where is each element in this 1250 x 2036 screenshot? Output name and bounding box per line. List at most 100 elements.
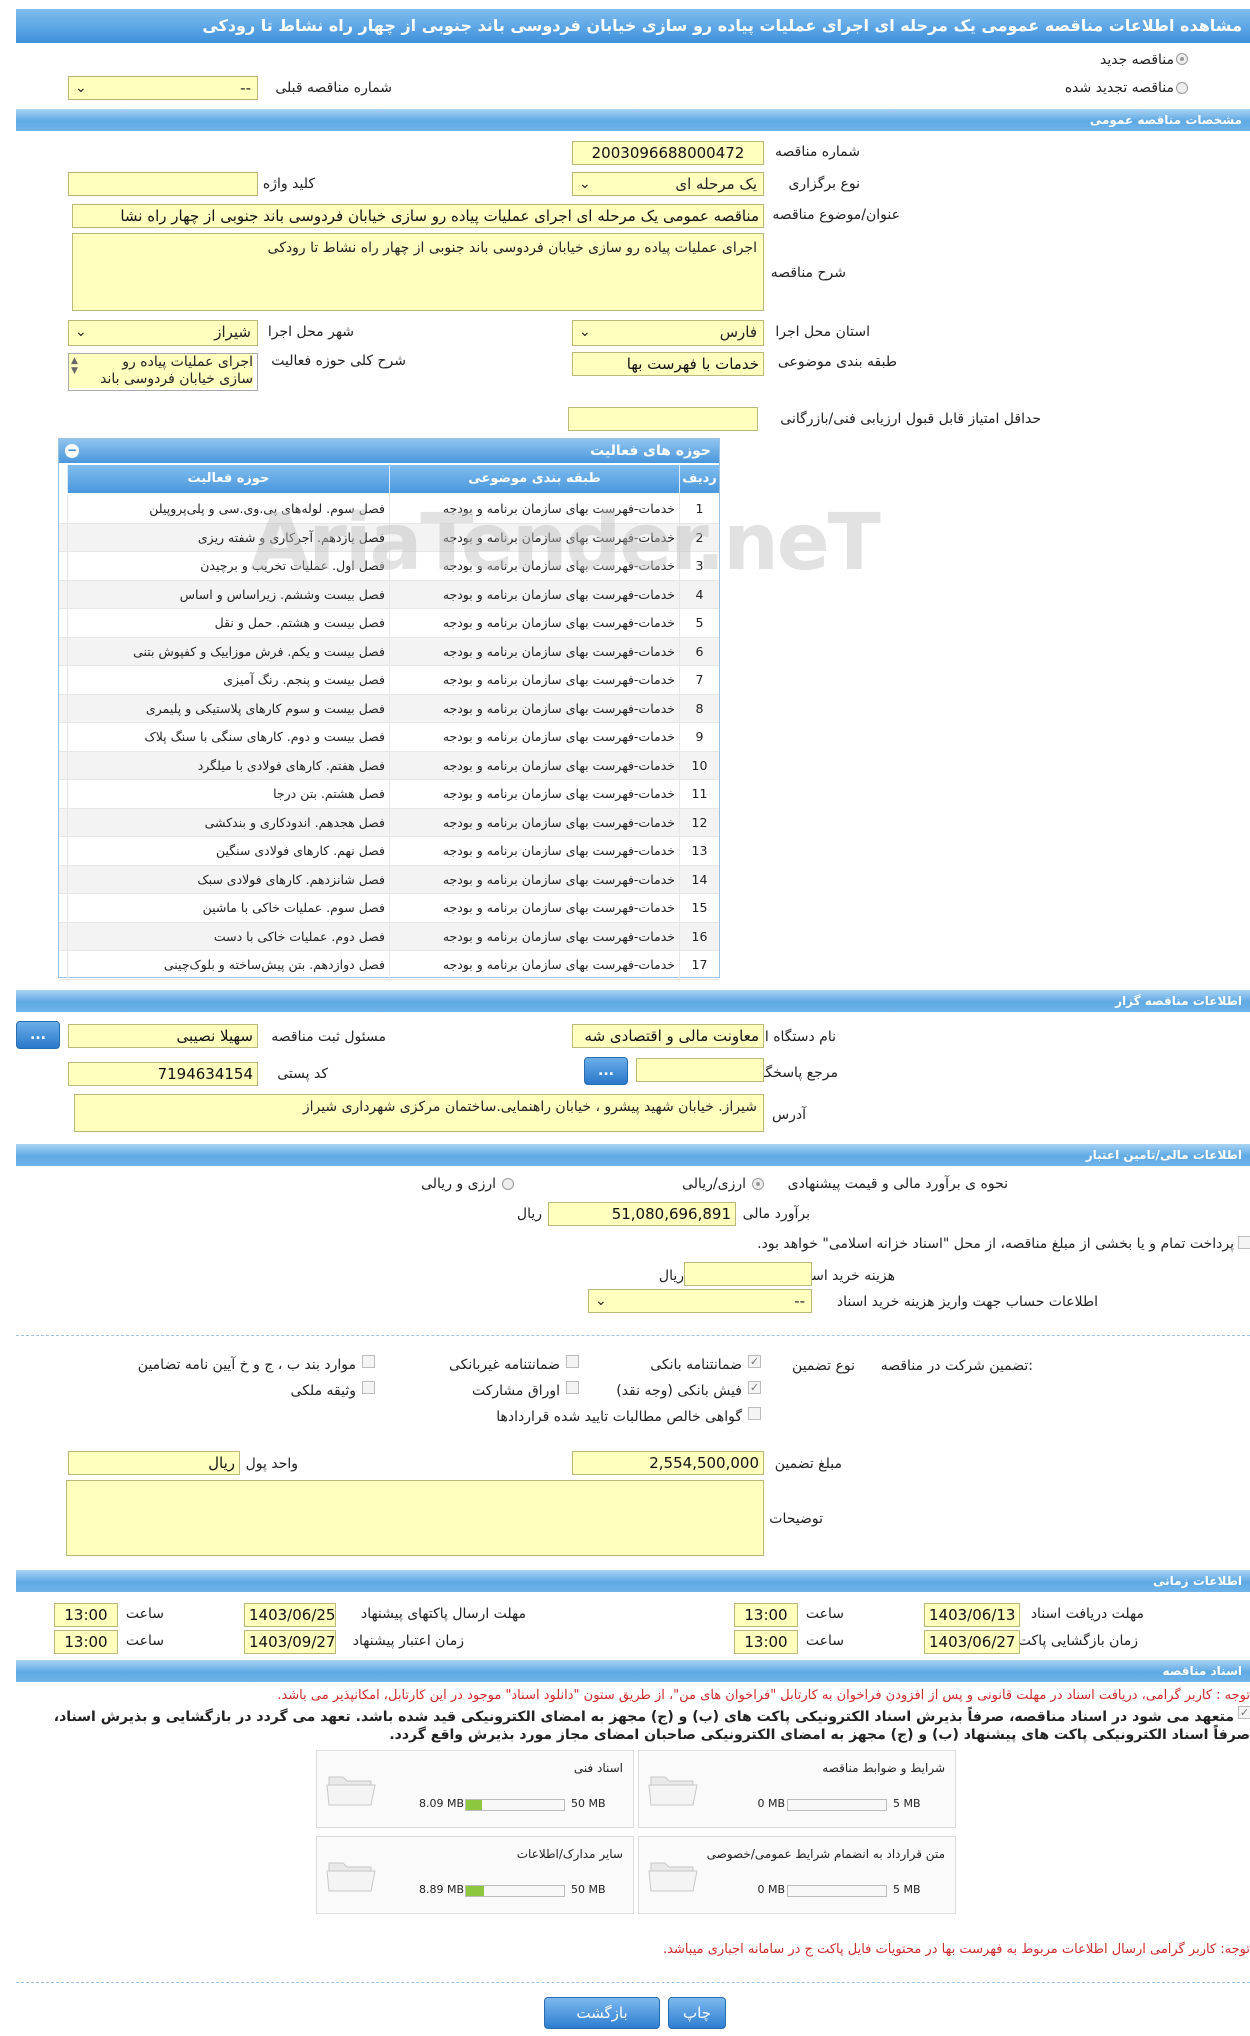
print-button[interactable]: چاپ <box>668 1997 726 2029</box>
file-box[interactable]: شرایط و ضوابط مناقصه 0 MB 5 MB <box>638 1750 956 1828</box>
row-number: 17 <box>679 951 719 979</box>
row-activity: فصل نهم. کارهای فولادی سنگین <box>67 837 389 865</box>
row-number: 5 <box>679 609 719 637</box>
table-row: 9 خدمات-فهرست بهای سازمان برنامه و بودجه ف… <box>59 723 719 752</box>
folder-icon <box>648 1776 698 1806</box>
registrar-label: مسئول ثبت مناقصه <box>271 1029 386 1045</box>
row-activity: فصل بیست و یکم. فرش موزاییک و کفپوش بتنی <box>67 637 389 666</box>
divider <box>16 1982 1250 1983</box>
file-box-max-size: 50 MB <box>571 1797 606 1810</box>
method-option1-radio[interactable] <box>752 1178 764 1190</box>
opt-receivables-checkbox[interactable] <box>748 1407 761 1420</box>
folder-icon <box>648 1862 698 1892</box>
city-select[interactable]: شیراز ⌄ <box>68 320 258 346</box>
file-box-label: اسناد فنی <box>573 1761 623 1775</box>
offer-validity-date: 1403/09/27 <box>244 1630 336 1654</box>
send-offers-label: مهلت ارسال پاکتهای پیشنهاد <box>360 1606 526 1622</box>
opt-bonds-checkbox[interactable] <box>566 1381 579 1394</box>
activity-line-2: سازی خیابان فردوسی باند <box>69 371 253 388</box>
scroll-arrows-icon[interactable]: ▲ ▼ <box>71 356 78 376</box>
opt-bank-guarantee-checkbox[interactable]: ✓ <box>748 1355 761 1368</box>
receive-docs-label: مهلت دریافت اسناد <box>1030 1606 1144 1622</box>
back-button[interactable]: بازگشت <box>544 1997 660 2029</box>
postal-label: کد پستی <box>277 1066 328 1082</box>
row-activity: فصل دوازدهم. بتن پیش‌ساخته و بلوک‌چینی <box>67 951 389 979</box>
table-row: 11 خدمات-فهرست بهای سازمان برنامه و بودجه… <box>59 780 719 809</box>
send-time-label: ساعت <box>125 1606 164 1622</box>
row-category: خدمات-فهرست بهای سازمان برنامه و بودجه <box>389 780 679 808</box>
row-activity: فصل بیست و پنجم. رنگ آمیزی <box>67 666 389 694</box>
file-box-progress <box>787 1799 887 1811</box>
page-title: مشاهده اطلاعات مناقصه عمومی یک مرحله ای … <box>16 9 1250 43</box>
file-box[interactable]: متن قرارداد به انضمام شرایط عمومی/خصوصی 0… <box>638 1836 956 1914</box>
file-box-max-size: 50 MB <box>571 1883 606 1896</box>
row-activity: فصل بیست و سوم کارهای پلاستیکی و پلیمری <box>67 694 389 723</box>
commitment-text-1: متعهد می شود در اسناد مناقصه، صرفاً بذیر… <box>53 1709 1234 1725</box>
file-box[interactable]: اسناد فنی 8.09 MB 50 MB <box>316 1750 634 1828</box>
province-select[interactable]: فارس ⌄ <box>572 320 764 346</box>
chevron-down-icon: ⌄ <box>579 324 591 340</box>
description-label: شرح مناقصه <box>770 265 846 281</box>
subject-field: مناقصه عمومی یک مرحله ای اجرای عملیات پی… <box>72 204 764 228</box>
collapse-icon[interactable]: − <box>65 444 79 458</box>
category-field: خدمات با فهرست بها <box>572 352 764 376</box>
file-box-current-size: 8.09 MB <box>419 1797 465 1810</box>
row-activity: فصل هجدهم. اندودکاری و بندکشی <box>67 808 389 837</box>
commitment-checkbox[interactable]: ✓ <box>1238 1706 1250 1719</box>
currency-label: واحد پول <box>245 1456 298 1472</box>
col-activity-header: حوزه فعالیت <box>67 465 389 493</box>
org-name-field: معاونت مالی و اقتصادی شه <box>572 1024 764 1048</box>
guarantee-amount-label: مبلغ تضمین <box>774 1456 842 1472</box>
prev-number-select[interactable]: -- ⌄ <box>68 76 258 100</box>
category-label: طبقه بندی موضوعی <box>777 354 897 370</box>
keyword-field[interactable] <box>68 172 258 196</box>
ref-more-button[interactable]: ... <box>584 1057 628 1085</box>
file-box-label: شرایط و ضوابط مناقصه <box>822 1761 945 1775</box>
row-activity: فصل هفتم. کارهای فولادی با میلگرد <box>67 751 389 780</box>
row-number: 13 <box>679 837 719 865</box>
address-field: شیراز. خیابان شهید پیشرو ، خیابان راهنما… <box>74 1094 764 1132</box>
opt-nonbank-guarantee-checkbox[interactable] <box>566 1355 579 1368</box>
opt-property-checkbox[interactable] <box>362 1381 375 1394</box>
notes-label: توضیحات <box>769 1511 823 1527</box>
activities-panel-title: حوزه های فعالیت <box>590 443 711 459</box>
table-row: 15 خدمات-فهرست بهای سازمان برنامه و بودجه… <box>59 894 719 923</box>
doc-cost-label: هزینه خرید اسناد <box>797 1268 895 1284</box>
keyword-label: کلید واژه <box>262 176 315 192</box>
file-box-max-size: 5 MB <box>893 1797 921 1810</box>
account-select[interactable]: -- ⌄ <box>588 1289 812 1313</box>
table-row: 6 خدمات-فهرست بهای سازمان برنامه و بودجه ف… <box>59 637 719 666</box>
row-activity: فصل بیست و هشتم. حمل و نقل <box>67 609 389 637</box>
min-score-field <box>568 407 758 431</box>
type-select[interactable]: یک مرحله ای ⌄ <box>572 172 764 196</box>
row-number: 9 <box>679 723 719 751</box>
open-envelopes-label: زمان بازگشایی پاکت ها <box>1001 1633 1138 1649</box>
file-box[interactable]: سایر مدارک/اطلاعات 8.89 MB 50 MB <box>316 1836 634 1914</box>
activity-desc-list[interactable]: ▲ ▼ اجرای عملیات پیاده رو سازی خیابان فرد… <box>68 353 258 391</box>
table-row: 7 خدمات-فهرست بهای سازمان برنامه و بودجه ف… <box>59 666 719 695</box>
receive-time-label: ساعت <box>805 1606 844 1622</box>
method-option2-radio[interactable] <box>502 1178 514 1190</box>
file-box-current-size: 0 MB <box>757 1883 785 1896</box>
table-row: 8 خدمات-فهرست بهای سازمان برنامه و بودجه ف… <box>59 694 719 723</box>
row-number: 7 <box>679 666 719 694</box>
row-category: خدمات-فهرست بهای سازمان برنامه و بودجه <box>389 723 679 751</box>
row-number: 14 <box>679 865 719 894</box>
estimate-unit: ریال <box>516 1206 542 1222</box>
activity-line-1: اجرای عملیات پیاده رو <box>69 354 253 371</box>
section-organizer: اطلاعات مناقصه گزار <box>16 990 1250 1012</box>
opt-bank-slip-checkbox[interactable]: ✓ <box>748 1381 761 1394</box>
file-box-progress <box>787 1885 887 1897</box>
treasury-text: پرداخت تمام و یا بخشی از مبلغ مناقصه، از… <box>757 1236 1234 1252</box>
method-option1-label: ارزی/ریالی <box>682 1176 746 1192</box>
renewed-tender-radio[interactable] <box>1176 82 1188 94</box>
city-label: شهر محل اجرا <box>267 324 354 340</box>
open-envelopes-time: 13:00 <box>734 1630 798 1654</box>
new-tender-radio[interactable] <box>1176 53 1188 65</box>
opt-nonbank-guarantee-label: ضمانتنامه غیربانکی <box>448 1357 560 1373</box>
row-number: 11 <box>679 780 719 808</box>
registrar-more-button[interactable]: ... <box>16 1021 60 1049</box>
opt-clauses-checkbox[interactable] <box>362 1355 375 1368</box>
opt-property-label: وثیقه ملکی <box>290 1383 356 1399</box>
treasury-checkbox[interactable] <box>1238 1236 1250 1249</box>
